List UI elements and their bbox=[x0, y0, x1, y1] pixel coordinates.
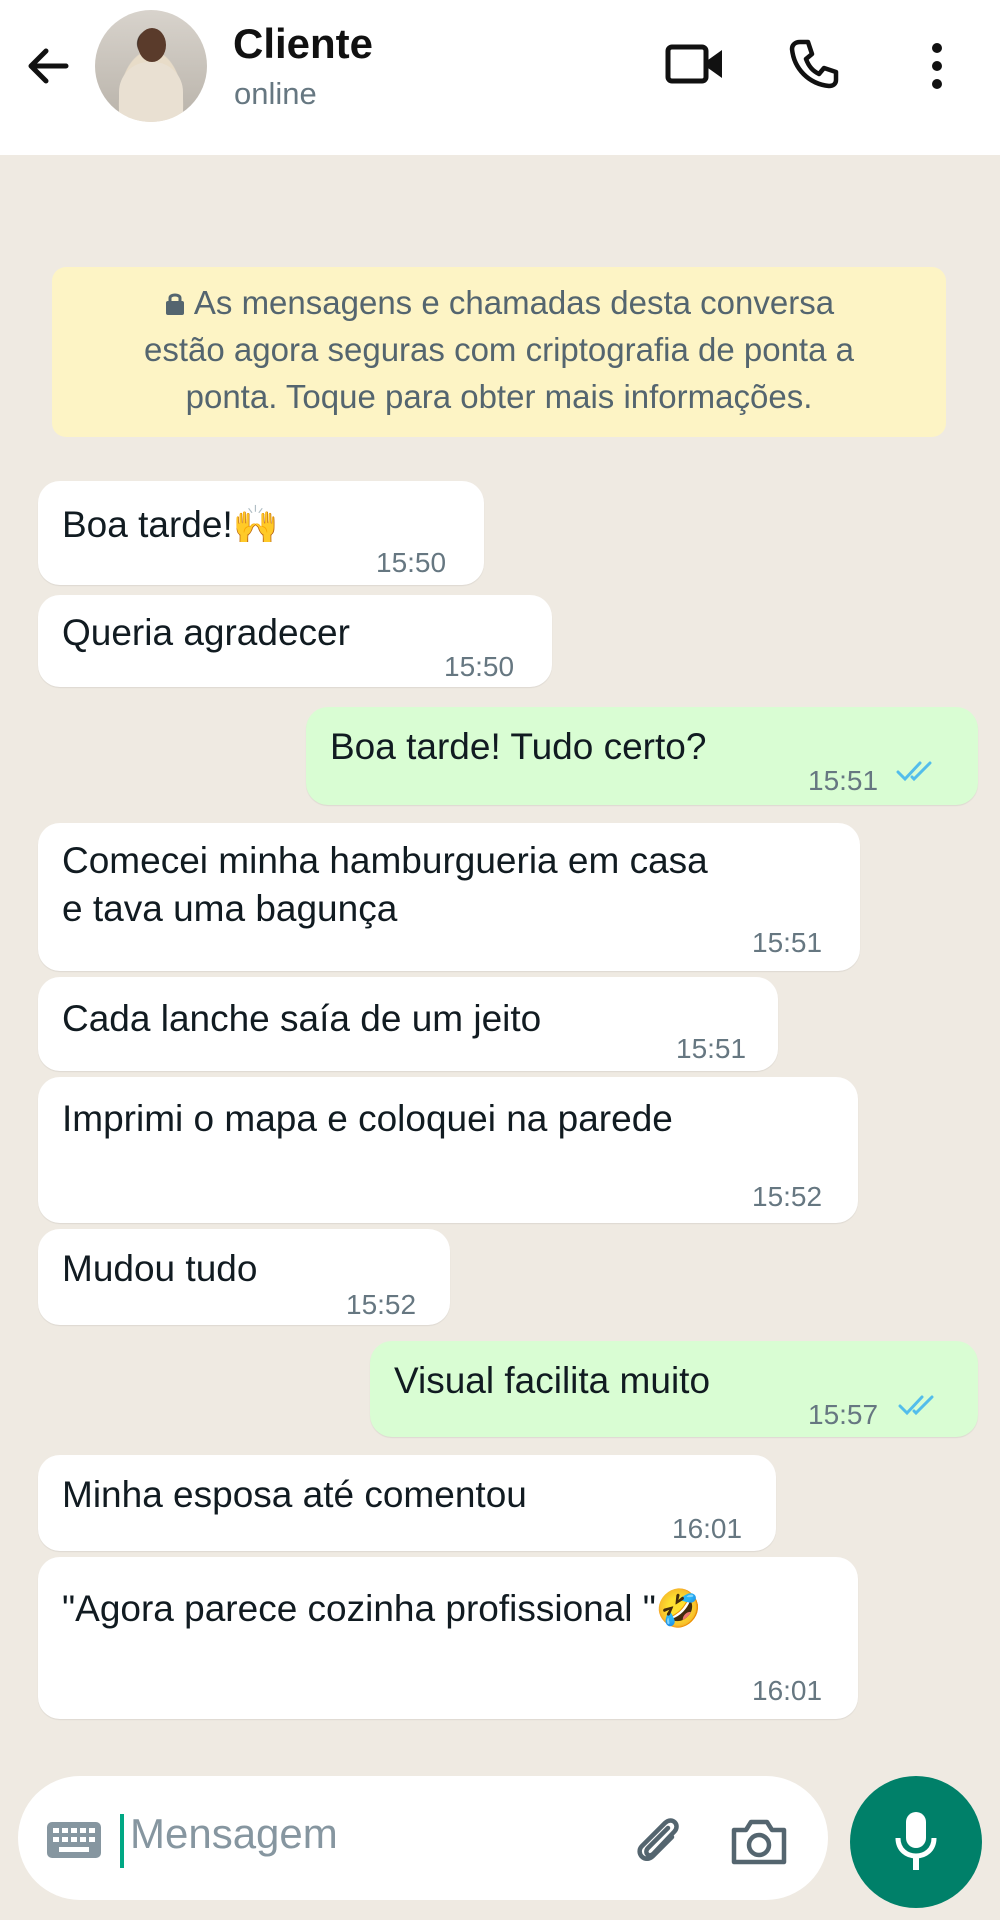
voice-record-button[interactable] bbox=[850, 1776, 982, 1908]
message-time: 15:51 bbox=[752, 927, 823, 958]
chat-header: Cliente online bbox=[0, 0, 1000, 155]
message-time: 16:01 bbox=[672, 1513, 743, 1544]
message-text: Boa tarde! Tudo certo? bbox=[330, 726, 707, 767]
keyboard-icon[interactable] bbox=[46, 1821, 102, 1859]
message-time: 15:52 bbox=[752, 1181, 823, 1212]
message-time: 15:51 bbox=[676, 1033, 747, 1064]
attach-icon[interactable] bbox=[628, 1810, 688, 1870]
message-text-line-2: e tava uma bagunça bbox=[62, 888, 398, 929]
message-composer: Mensagem bbox=[18, 1776, 828, 1900]
notice-line-1: As mensagens e chamadas desta conversa bbox=[193, 284, 835, 321]
message-incoming[interactable]: Comecei minha hamburgueria em casa e tav… bbox=[38, 823, 860, 971]
notice-line-3: ponta. Toque para obter mais informações… bbox=[185, 378, 813, 415]
message-incoming[interactable]: Queria agradecer 15:50 bbox=[38, 595, 552, 687]
avatar[interactable] bbox=[95, 10, 207, 122]
message-input[interactable]: Mensagem bbox=[130, 1810, 338, 1858]
mic-icon bbox=[895, 1812, 937, 1870]
message-outgoing[interactable]: Boa tarde! Tudo certo? 15:51 bbox=[306, 707, 978, 805]
contact-name[interactable]: Cliente bbox=[233, 20, 373, 68]
contact-status: online bbox=[234, 76, 317, 111]
message-text: Queria agradecer bbox=[62, 612, 350, 653]
message-text: Minha esposa até comentou bbox=[62, 1474, 527, 1515]
notice-line-2: estão agora seguras com criptografia de … bbox=[144, 331, 854, 368]
message-incoming[interactable]: Minha esposa até comentou 16:01 bbox=[38, 1455, 776, 1551]
text-cursor bbox=[120, 1814, 124, 1868]
message-time: 15:57 bbox=[808, 1399, 879, 1430]
phone-call-icon[interactable] bbox=[788, 38, 840, 90]
message-time: 15:50 bbox=[444, 651, 515, 682]
message-text: Visual facilita muito bbox=[394, 1360, 711, 1401]
message-incoming[interactable]: Mudou tudo 15:52 bbox=[38, 1229, 450, 1325]
encryption-notice[interactable]: As mensagens e chamadas desta conversa e… bbox=[52, 267, 946, 437]
read-receipt-icon bbox=[898, 1395, 934, 1416]
message-time: 15:51 bbox=[808, 765, 879, 796]
message-outgoing[interactable]: Visual facilita muito 15:57 bbox=[370, 1341, 978, 1437]
message-text: "Agora parece cozinha profissional "🤣 bbox=[62, 1588, 703, 1629]
read-receipt-icon bbox=[896, 761, 932, 782]
message-text: Mudou tudo bbox=[62, 1248, 258, 1289]
message-text: Boa tarde!🙌 bbox=[62, 504, 279, 545]
message-incoming[interactable]: Cada lanche saía de um jeito 15:51 bbox=[38, 977, 778, 1071]
camera-icon[interactable] bbox=[730, 1816, 788, 1866]
message-text-line-1: Comecei minha hamburgueria em casa bbox=[62, 840, 708, 881]
message-incoming[interactable]: "Agora parece cozinha profissional "🤣 16… bbox=[38, 1557, 858, 1719]
lock-icon bbox=[165, 293, 184, 315]
message-incoming[interactable]: Boa tarde!🙌 15:50 bbox=[38, 481, 484, 585]
message-time: 15:50 bbox=[376, 547, 447, 578]
back-arrow-icon[interactable] bbox=[22, 40, 74, 92]
message-time: 16:01 bbox=[752, 1675, 823, 1706]
message-text: Imprimi o mapa e coloquei na parede bbox=[62, 1098, 673, 1139]
message-time: 15:52 bbox=[346, 1289, 417, 1320]
message-list[interactable]: As mensagens e chamadas desta conversa e… bbox=[0, 155, 1000, 1765]
more-menu-icon[interactable] bbox=[922, 40, 952, 92]
video-call-icon[interactable] bbox=[665, 42, 725, 86]
message-incoming[interactable]: Imprimi o mapa e coloquei na parede 15:5… bbox=[38, 1077, 858, 1223]
message-text: Cada lanche saía de um jeito bbox=[62, 998, 542, 1039]
